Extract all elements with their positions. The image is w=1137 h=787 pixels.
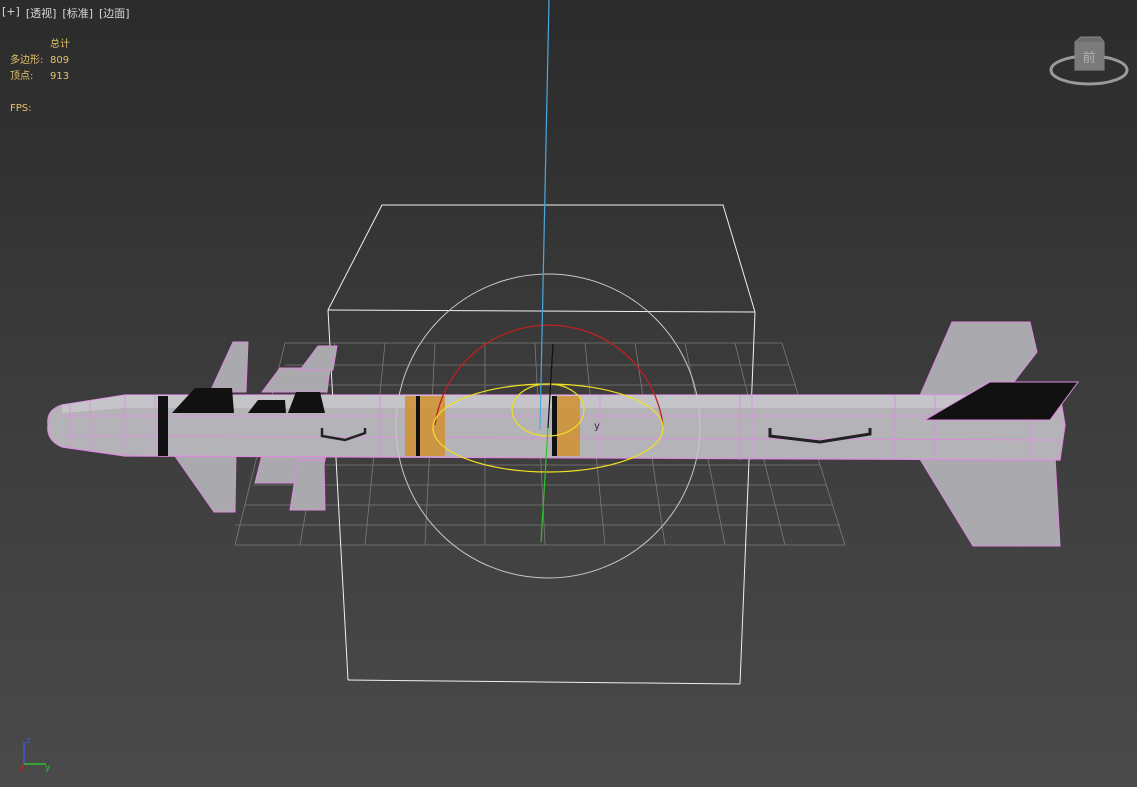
world-axis-tripod: z y — [12, 734, 56, 778]
viewcube-face-label: 前 — [1082, 50, 1095, 66]
z-axis-line — [539, 0, 550, 431]
tripod-y-label: y — [45, 763, 51, 773]
tripod-x-axis — [19, 763, 25, 772]
rotate-gizmo[interactable] — [395, 0, 701, 579]
viewcube[interactable]: 前 — [1048, 34, 1130, 90]
tripod-z-label: z — [26, 736, 31, 746]
viewport-scene[interactable]: y — [0, 0, 1137, 787]
gizmo-axis-y-label: y — [594, 421, 600, 432]
